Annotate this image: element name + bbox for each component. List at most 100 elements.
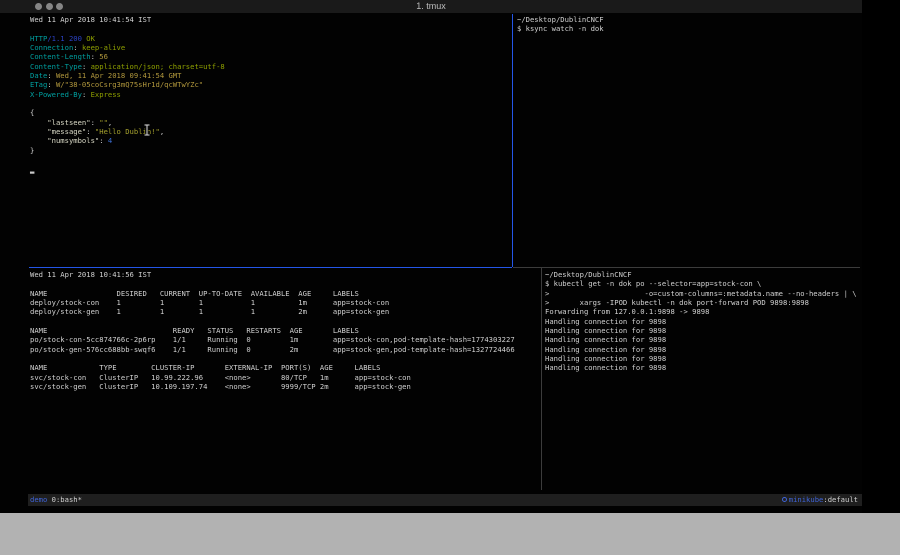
window-indicator[interactable]: 0:bash* xyxy=(47,495,82,504)
terminal-text-segment: ETag xyxy=(30,80,47,89)
terminal-line: Date: Wed, 11 Apr 2018 09:41:54 GMT xyxy=(30,71,512,80)
terminal-line: Connection: keep-alive xyxy=(30,43,512,52)
terminal-line: { xyxy=(30,108,512,117)
terminal-line: ▂ xyxy=(30,165,512,174)
terminal-line: Content-Length: 56 xyxy=(30,52,512,61)
status-left: demo 0:bash* xyxy=(30,494,82,506)
terminal-text-segment: $ kubectl get -n dok po --selector=app=s… xyxy=(545,279,761,288)
terminal-text-segment: Date xyxy=(30,71,47,80)
kube-namespace: :default xyxy=(823,495,858,504)
terminal-line: Handling connection for 9898 xyxy=(545,354,862,363)
terminal-text-segment: keep-alive xyxy=(82,43,125,52)
desktop-background-strip xyxy=(0,513,900,555)
kube-context: minikube xyxy=(789,495,824,504)
titlebar: 1. tmux xyxy=(0,0,862,13)
terminal-text-segment: ~/Desktop/DublinCNCF xyxy=(517,15,604,24)
terminal-text-segment: 4 xyxy=(108,136,112,145)
terminal-line: Content-Type: application/json; charset=… xyxy=(30,62,512,71)
terminal-text-segment: Handling connection for 9898 xyxy=(545,345,666,354)
terminal-line: "lastseen": "", xyxy=(30,118,512,127)
terminal-line: Handling connection for 9898 xyxy=(545,345,862,354)
terminal-line: po/stock-gen-576cc688bb-swqf6 1/1 Runnin… xyxy=(30,345,541,354)
terminal-line: $ ksync watch -n dok xyxy=(517,24,862,33)
terminal-line xyxy=(30,279,541,288)
terminal-text-segment: Connection xyxy=(30,43,73,52)
terminal-text-segment: X-Powered-By xyxy=(30,90,82,99)
terminal-line: "message": "Hello Dublin!", xyxy=(30,127,512,136)
i-beam-cursor xyxy=(143,124,151,136)
terminal-line xyxy=(30,317,541,326)
terminal-text-segment: ~/Desktop/DublinCNCF xyxy=(545,270,632,279)
terminal-text-segment: "numsymbols" xyxy=(30,136,99,145)
terminal-text-segment: Handling connection for 9898 xyxy=(545,335,666,344)
terminal-text-segment: ▂ xyxy=(30,165,34,174)
pane-divider-horizontal-left[interactable] xyxy=(29,267,512,268)
terminal-text-segment: /1.1 200 xyxy=(47,34,86,43)
terminal-text-segment: svc/stock-gen ClusterIP 10.109.197.74 <n… xyxy=(30,382,411,391)
pane-ksync[interactable]: ~/Desktop/DublinCNCF$ ksync watch -n dok xyxy=(513,13,862,267)
terminal-window: 1. tmux Wed 11 Apr 2018 10:41:54 IST HTT… xyxy=(0,0,862,513)
terminal-line: > xargs -IPOD kubectl -n dok port-forwar… xyxy=(545,298,862,307)
terminal-text-segment: : xyxy=(91,118,100,127)
terminal-line: } xyxy=(30,146,512,155)
terminal-text-segment: Wed 11 Apr 2018 10:41:54 IST xyxy=(30,15,151,24)
terminal-text-segment: Content-Length xyxy=(30,52,91,61)
pane-divider-vertical-top[interactable] xyxy=(512,14,513,267)
terminal-text-segment: W/"38-05coCsrg3mQ75sHr1d/qcWTwYZc" xyxy=(56,80,203,89)
terminal-line: Wed 11 Apr 2018 10:41:54 IST xyxy=(30,15,512,24)
window-title: 1. tmux xyxy=(0,1,862,11)
terminal-line: "numsymbols": 4 xyxy=(30,136,512,145)
terminal-text-segment: } xyxy=(30,146,34,155)
pane-port-forward[interactable]: ~/Desktop/DublinCNCF$ kubectl get -n dok… xyxy=(542,268,862,490)
terminal-line: X-Powered-By: Express xyxy=(30,90,512,99)
terminal-text-segment: : xyxy=(86,127,95,136)
terminal-text-segment: OK xyxy=(86,34,95,43)
terminal-line: deploy/stock-gen 1 1 1 1 2m app=stock-ge… xyxy=(30,307,541,316)
helm-wheel-icon xyxy=(782,497,787,502)
terminal-line: Handling connection for 9898 xyxy=(545,335,862,344)
terminal-text-segment: : xyxy=(99,136,108,145)
tmux-status-bar: demo 0:bash* minikube:default xyxy=(28,494,862,506)
terminal-line xyxy=(30,99,512,108)
terminal-line: po/stock-con-5cc874766c-2p6rp 1/1 Runnin… xyxy=(30,335,541,344)
terminal-text-segment: $ ksync watch -n dok xyxy=(517,24,604,33)
terminal-line xyxy=(30,155,512,164)
terminal-text-segment: Wed, 11 Apr 2018 09:41:54 GMT xyxy=(56,71,182,80)
terminal-text-segment: HTTP xyxy=(30,34,47,43)
terminal-text-segment: > -o=custom-columns=:metadata.name --no-… xyxy=(545,289,857,298)
terminal-line: ~/Desktop/DublinCNCF xyxy=(517,15,862,24)
session-name: demo xyxy=(30,495,47,504)
terminal-text-segment: : xyxy=(82,90,91,99)
terminal-line: NAME TYPE CLUSTER-IP EXTERNAL-IP PORT(S)… xyxy=(30,363,541,372)
pane-http-response[interactable]: Wed 11 Apr 2018 10:41:54 IST HTTP/1.1 20… xyxy=(0,13,512,267)
terminal-line: NAME READY STATUS RESTARTS AGE LABELS xyxy=(30,326,541,335)
pane-divider-vertical-bottom[interactable] xyxy=(541,268,542,490)
terminal-text-segment: 56 xyxy=(99,52,108,61)
terminal-line: ETag: W/"38-05coCsrg3mQ75sHr1d/qcWTwYZc" xyxy=(30,80,512,89)
terminal-text-segment: po/stock-con-5cc874766c-2p6rp 1/1 Runnin… xyxy=(30,335,515,344)
terminal-text-segment: deploy/stock-con 1 1 1 1 1m app=stock-co… xyxy=(30,298,389,307)
terminal-line xyxy=(30,24,512,33)
terminal-text-segment: Handling connection for 9898 xyxy=(545,363,666,372)
terminal-text-segment: { xyxy=(30,108,34,117)
terminal-text-segment: "message" xyxy=(30,127,86,136)
terminal-text-segment: NAME TYPE CLUSTER-IP EXTERNAL-IP PORT(S)… xyxy=(30,363,381,372)
terminal-text-segment: po/stock-gen-576cc688bb-swqf6 1/1 Runnin… xyxy=(30,345,515,354)
terminal-text-segment: Express xyxy=(91,90,121,99)
terminal-line: ~/Desktop/DublinCNCF xyxy=(545,270,862,279)
terminal-line: > -o=custom-columns=:metadata.name --no-… xyxy=(545,289,862,298)
terminal-text-segment: deploy/stock-gen 1 1 1 1 2m app=stock-ge… xyxy=(30,307,389,316)
terminal-text-segment: svc/stock-con ClusterIP 10.99.222.96 <no… xyxy=(30,373,411,382)
pane-kubectl-get[interactable]: Wed 11 Apr 2018 10:41:56 IST NAME DESIRE… xyxy=(0,268,541,490)
terminal-text-segment: Content-Type xyxy=(30,62,82,71)
terminal-line: NAME DESIRED CURRENT UP-TO-DATE AVAILABL… xyxy=(30,289,541,298)
terminal-text-segment: : xyxy=(91,52,100,61)
pane-divider-horizontal-right[interactable] xyxy=(513,267,860,268)
terminal-text-segment: : xyxy=(47,80,56,89)
terminal-line: HTTP/1.1 200 OK xyxy=(30,34,512,43)
terminal-text-segment: Handling connection for 9898 xyxy=(545,317,666,326)
terminal-text-segment: > xargs -IPOD kubectl -n dok port-forwar… xyxy=(545,298,809,307)
terminal-line: Handling connection for 9898 xyxy=(545,363,862,372)
terminal-line: deploy/stock-con 1 1 1 1 1m app=stock-co… xyxy=(30,298,541,307)
terminal-text-segment: "lastseen" xyxy=(30,118,91,127)
